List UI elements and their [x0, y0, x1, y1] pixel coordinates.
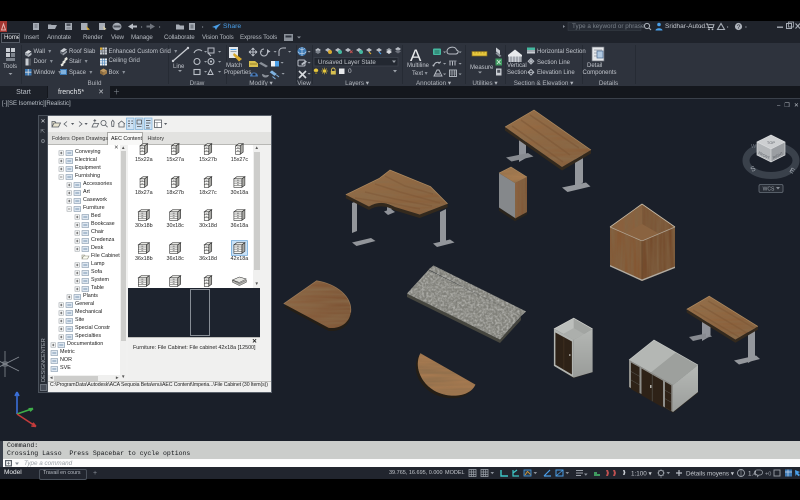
svg-text:TOP: TOP [767, 140, 775, 145]
svg-text:1:100 ▾: 1:100 ▾ [631, 471, 652, 478]
svg-text:?: ? [737, 24, 741, 31]
svg-text:WCS: WCS [763, 187, 775, 193]
svg-text:Détails moyens ▾: Détails moyens ▾ [686, 471, 734, 478]
svg-text:+0: +0 [765, 472, 771, 478]
svg-text:1.4: 1.4 [748, 471, 757, 478]
svg-text:W: W [751, 144, 757, 150]
